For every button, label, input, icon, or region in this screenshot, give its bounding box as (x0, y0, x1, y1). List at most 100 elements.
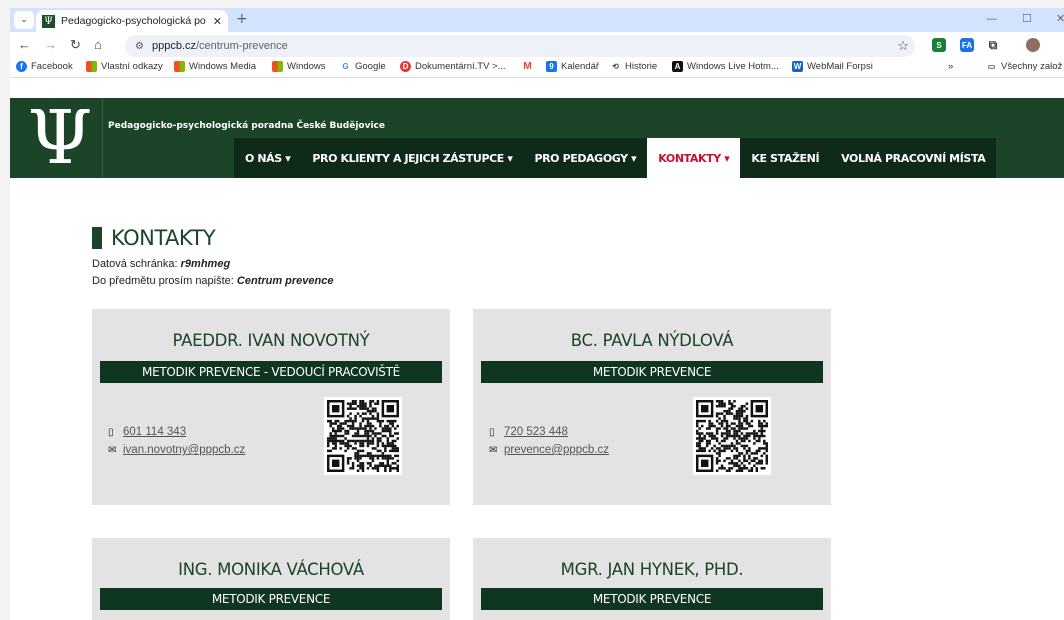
chevron-down-icon: ▾ (627, 151, 637, 165)
url-host: pppcb.cz (151, 40, 196, 52)
url-path: /centrum-prevence (196, 40, 288, 52)
contact-role: METODIK PREVENCE - VEDOUCÍ PRACOVIŠTĚ (100, 361, 442, 383)
dokumentarni-icon: D (400, 61, 411, 72)
databox-value: r9mhmeg (180, 258, 231, 270)
windows-icon (174, 61, 185, 72)
contact-phone: ▯ 720 523 448 (489, 426, 568, 438)
contact-card: ING. MONIKA VÁCHOVÁ METODIK PREVENCE (92, 538, 450, 620)
bookmark-dokumentarni[interactable]: D Dokumentární.TV >... (400, 61, 506, 72)
nav-pro-pedagogy[interactable]: PRO PEDAGOGY ▾ (523, 138, 647, 178)
envelope-icon: ✉ (108, 444, 117, 456)
bookmark-kalendar[interactable]: 9 Kalendář (546, 61, 599, 72)
folder-icon: ▭ (987, 62, 996, 71)
site-header: Ψ Pedagogicko-psychologická poradna Česk… (10, 98, 1064, 178)
bookmark-facebook[interactable]: f Facebook (16, 61, 73, 72)
bookmark-google[interactable]: G Google (340, 61, 385, 72)
phone-icon: ▯ (489, 426, 495, 438)
nav-kontakty[interactable]: KONTAKTY ▾ (647, 138, 741, 178)
maximize-button[interactable]: ☐ (1022, 12, 1032, 25)
minimize-button[interactable]: — (986, 12, 997, 25)
contact-name: BC. PAVLA NÝDLOVÁ (570, 331, 734, 350)
nav-ke-stazeni[interactable]: KE STAŽENÍ (740, 138, 830, 178)
facebook-icon: f (16, 61, 27, 72)
chevron-down-icon: ▾ (720, 151, 730, 165)
phone-link[interactable]: 720 523 448 (504, 426, 568, 438)
qr-code (693, 397, 771, 475)
google-icon: G (342, 62, 349, 71)
contact-email: ✉ prevence@pppcb.cz (489, 444, 609, 456)
profile-avatar[interactable] (1026, 38, 1040, 52)
home-button[interactable]: ⌂ (94, 37, 102, 52)
subject-value: Centrum prevence (236, 275, 334, 287)
qr-code (324, 397, 402, 475)
contact-role: METODIK PREVENCE (100, 588, 442, 610)
email-link[interactable]: ivan.novotny@pppcb.cz (123, 444, 245, 456)
chevron-down-icon: ▾ (281, 151, 291, 165)
extension-fa-icon[interactable]: FA (960, 38, 974, 52)
contact-card: MGR. JAN HYNEK, PHD. METODIK PREVENCE (473, 538, 831, 620)
site-info-icon[interactable]: ⚙ (135, 41, 144, 52)
bookmark-webmail[interactable]: W WebMail Forpsi (792, 61, 873, 72)
contact-role: METODIK PREVENCE (481, 361, 823, 383)
back-button[interactable]: ← (18, 37, 31, 52)
bookmark-windows-live[interactable]: A Windows Live Hotm... (672, 61, 779, 72)
new-tab-button[interactable]: + (236, 11, 248, 27)
bookmark-windows-media[interactable]: Windows Media (174, 61, 256, 72)
psi-logo-icon[interactable]: Ψ (20, 100, 100, 176)
tab-title: Pedagogicko-psychologická po (61, 15, 206, 27)
bookmark-historie[interactable]: ⟲ Historie (610, 61, 657, 72)
databox-line: Datová schránka: r9mhmeg (92, 258, 231, 270)
nav-volna-mista[interactable]: VOLNÁ PRACOVNÍ MÍSTA (830, 138, 996, 178)
contact-role: METODIK PREVENCE (481, 588, 823, 610)
contact-name: PAEDDR. IVAN NOVOTNÝ (172, 331, 370, 350)
contact-name: MGR. JAN HYNEK, PHD. (560, 560, 744, 579)
chevron-down-icon: ▾ (503, 151, 513, 165)
bookmarks-bar: f Facebook Vlastní odkazy Windows Media W… (10, 58, 1064, 78)
toolbar: ← → ↻ ⌂ ⚙ pppcb.cz/centrum-prevence ☆ S … (10, 32, 1064, 58)
contact-name: ING. MONIKA VÁCHOVÁ (178, 560, 364, 579)
nav-pro-klienty[interactable]: PRO KLIENTY A JEJICH ZÁSTUPCE ▾ (301, 138, 523, 178)
page-title: KONTAKTY (92, 226, 216, 250)
contact-card: PAEDDR. IVAN NOVOTNÝ METODIK PREVENCE - … (92, 309, 450, 505)
contact-email: ✉ ivan.novotny@pppcb.cz (108, 444, 245, 456)
reload-button[interactable]: ↻ (70, 37, 81, 53)
browser-window: ⌄ Ψ Pedagogicko-psychologická po ✕ + — ☐… (10, 8, 1064, 620)
windows-icon (272, 61, 283, 72)
tab-active[interactable]: Ψ Pedagogicko-psychologická po ✕ (36, 10, 228, 32)
nav-o-nas[interactable]: O NÁS ▾ (234, 138, 301, 178)
tab-strip: ⌄ Ψ Pedagogicko-psychologická po ✕ + — ☐… (10, 8, 1064, 32)
bookmarks-overflow-button[interactable]: » (948, 61, 953, 72)
phone-icon: ▯ (108, 426, 114, 438)
tab-search-button[interactable]: ⌄ (14, 11, 34, 29)
gmail-icon: M (523, 61, 532, 72)
subject-line: Do předmětu prosím napište: Centrum prev… (92, 275, 334, 287)
main-navigation: O NÁS ▾ PRO KLIENTY A JEJICH ZÁSTUPCE ▾ … (234, 138, 996, 178)
bookmark-star-icon[interactable]: ☆ (897, 38, 909, 54)
logo-divider (102, 98, 103, 178)
site-name[interactable]: Pedagogicko-psychologická poradna České … (108, 121, 385, 131)
all-bookmarks-folder[interactable]: ▭ Všechny založ (986, 61, 1063, 72)
page-content: KONTAKTY Datová schránka: r9mhmeg Do pře… (10, 178, 1064, 620)
envelope-icon: ✉ (489, 444, 498, 456)
extensions-puzzle-icon[interactable]: ⧉ (986, 38, 1000, 52)
phone-link[interactable]: 601 114 343 (123, 426, 186, 438)
a-icon: A (672, 61, 683, 72)
tab-close-icon[interactable]: ✕ (213, 15, 222, 28)
extension-s-icon[interactable]: S (932, 38, 946, 52)
calendar-icon: 9 (546, 61, 557, 72)
email-link[interactable]: prevence@pppcb.cz (504, 444, 609, 456)
contact-card: BC. PAVLA NÝDLOVÁ METODIK PREVENCE ▯ 720 … (473, 309, 831, 505)
bookmark-vlastni-odkazy[interactable]: Vlastní odkazy (86, 61, 163, 72)
close-window-button[interactable]: ✕ (1056, 12, 1064, 25)
webmail-icon: W (792, 61, 803, 72)
title-accent-bar (92, 227, 102, 249)
bookmark-windows[interactable]: Windows (272, 61, 326, 72)
contact-phone: ▯ 601 114 343 (108, 426, 186, 438)
qr-code-image (696, 400, 768, 472)
address-bar[interactable]: ⚙ pppcb.cz/centrum-prevence ☆ (125, 35, 915, 57)
qr-code-image (327, 400, 399, 472)
windows-icon (86, 61, 97, 72)
history-icon: ⟲ (612, 62, 619, 71)
forward-button[interactable]: → (44, 37, 57, 52)
bookmark-gmail[interactable]: M (522, 61, 537, 72)
